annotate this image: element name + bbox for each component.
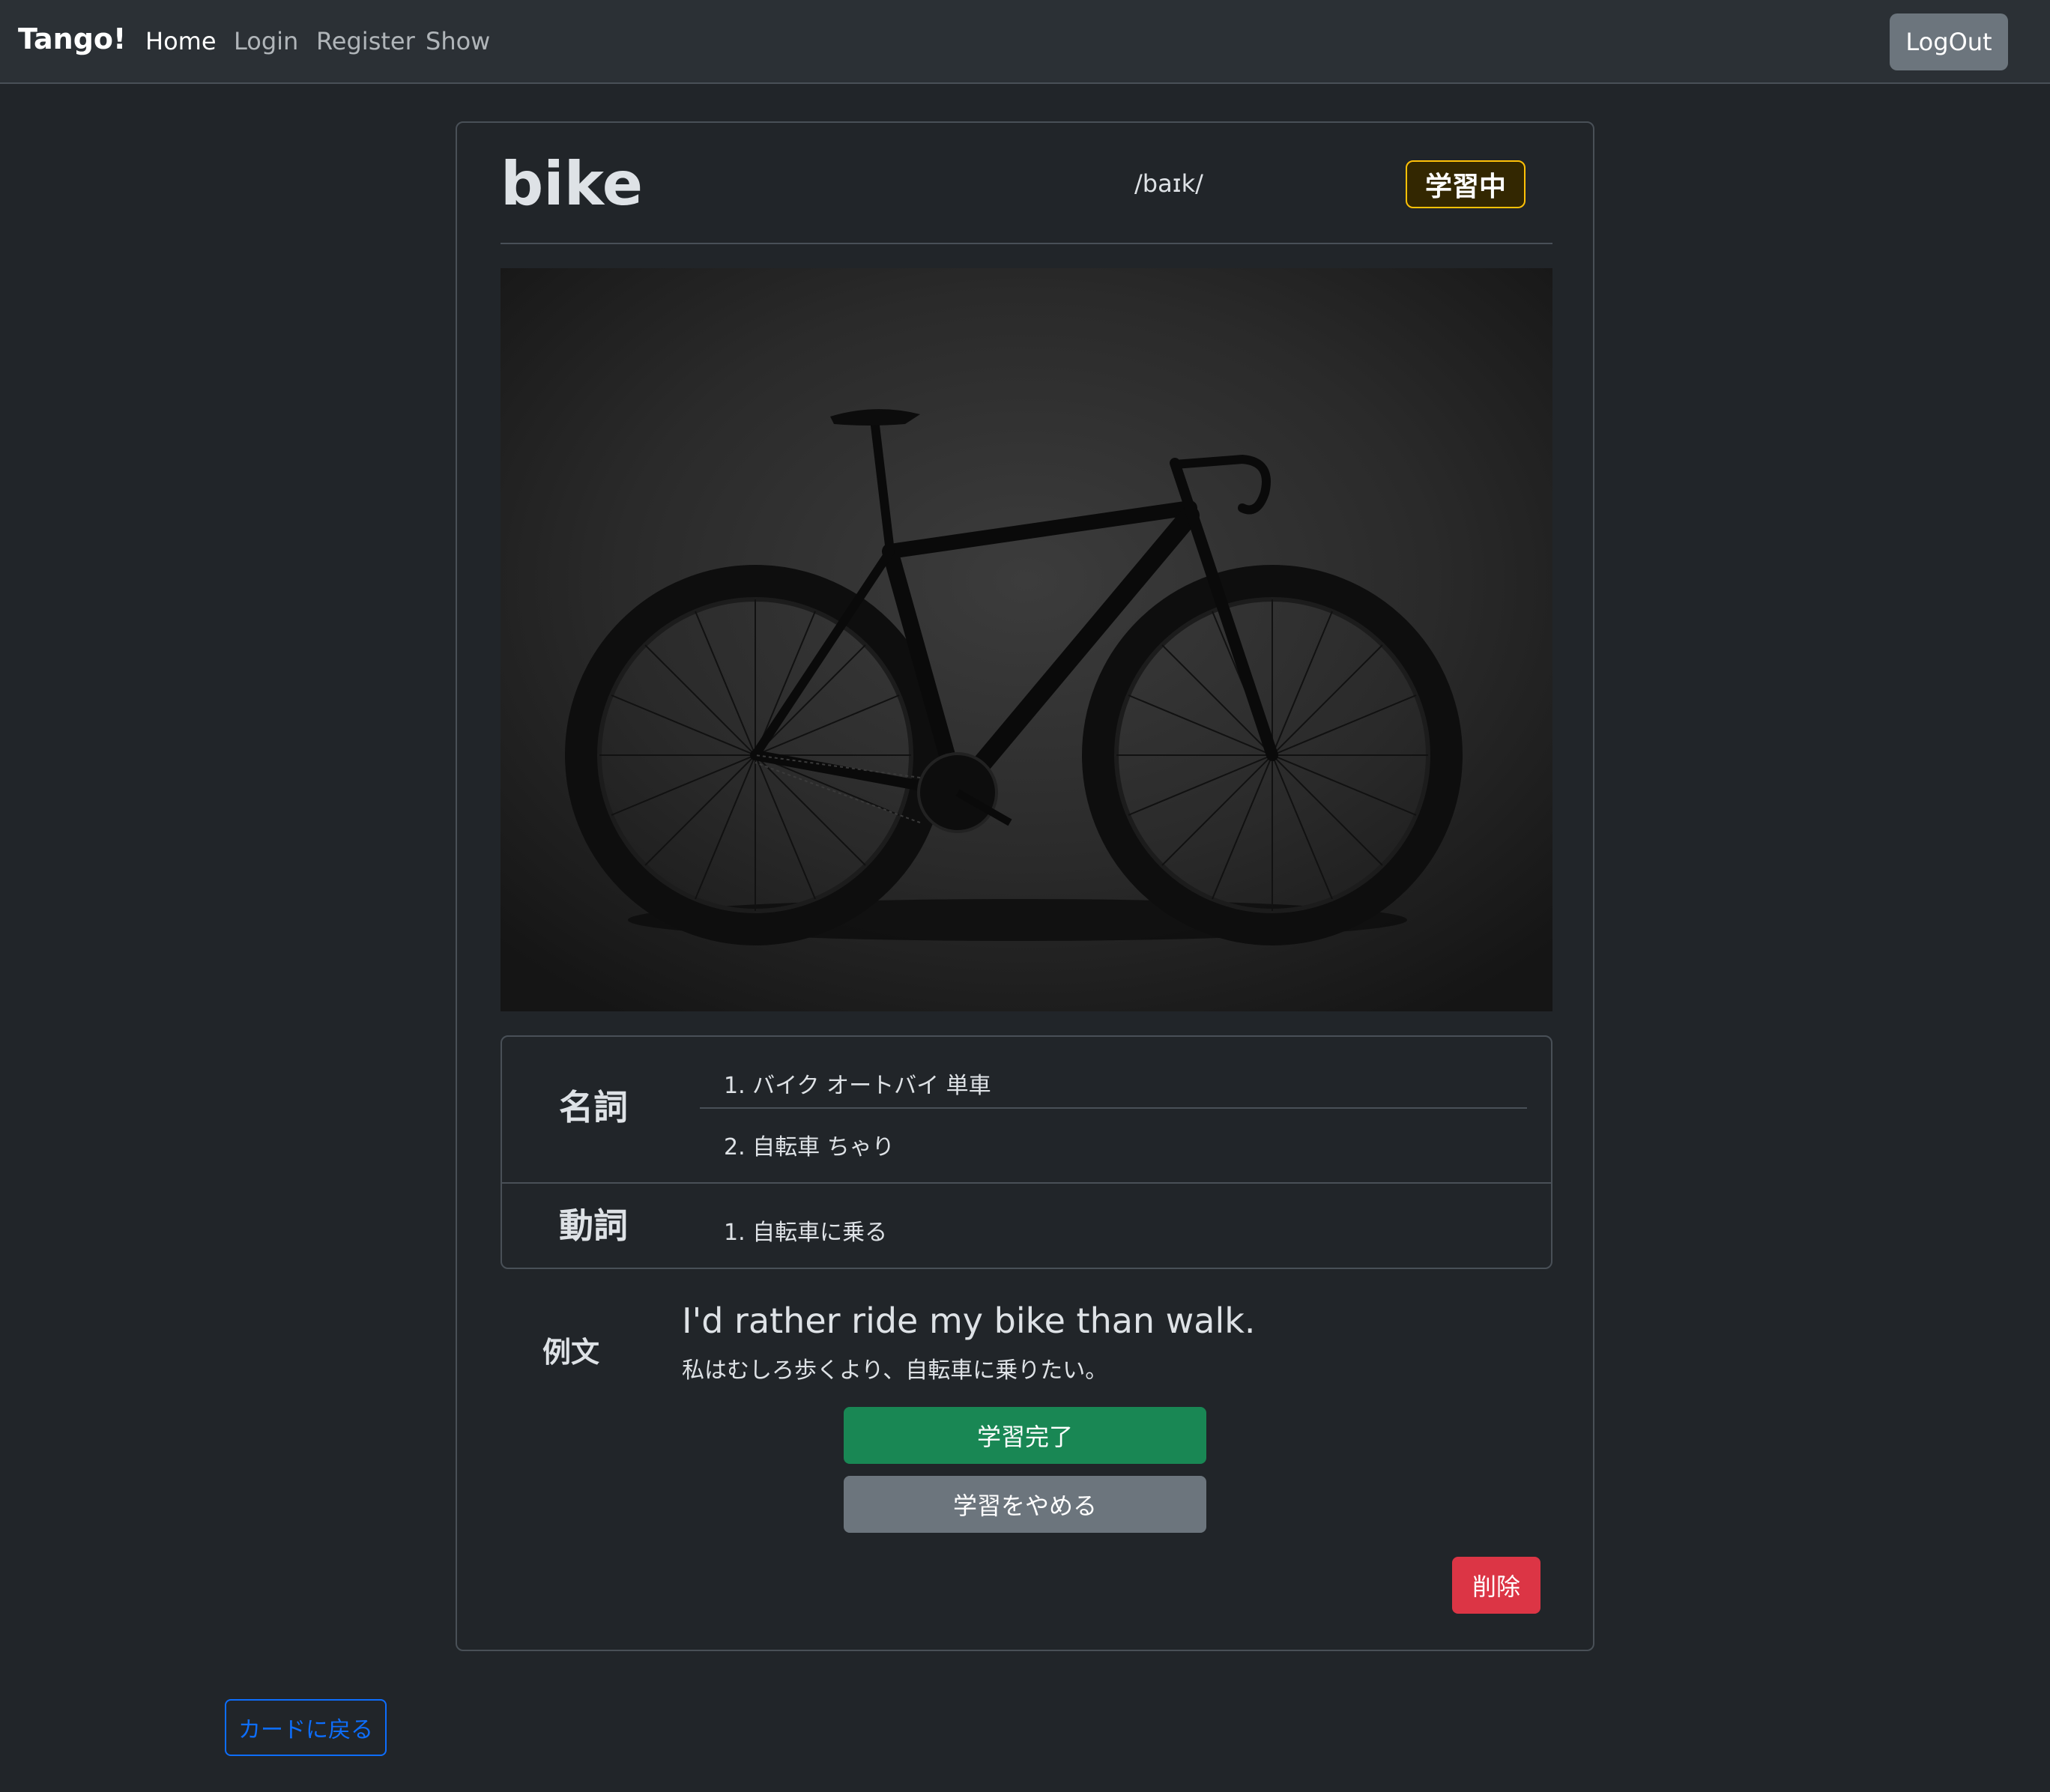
example-label: 例文	[542, 1336, 600, 1369]
meaning-divider	[700, 1107, 1527, 1109]
logout-button[interactable]: LogOut	[1890, 13, 2008, 70]
delete-button[interactable]: 削除	[1452, 1557, 1540, 1614]
bicycle-image-icon	[501, 268, 1552, 1011]
navbar: Tango! Home Login Register Show LogOut	[0, 0, 2050, 84]
status-badge: 学習中	[1406, 160, 1526, 208]
nav-login[interactable]: Login	[234, 27, 298, 55]
stop-learning-button[interactable]: 学習をやめる	[844, 1476, 1206, 1533]
pos-label-verb: 動詞	[559, 1205, 628, 1246]
definitions-table: 名詞 1. バイク オートバイ 単車 2. 自転車 ちゃり 動詞 1. 自転車に…	[501, 1035, 1552, 1269]
definitions-divider	[502, 1182, 1551, 1184]
example-sentence-ja: 私はむしろ歩くより、自転車に乗りたい。	[682, 1357, 1108, 1384]
word-card: bike /baɪk/ 学習中 名詞 1. バイク オートバイ 単車 2. 自転…	[456, 121, 1594, 1651]
meaning-item: 2. 自転車 ちゃり	[724, 1134, 895, 1160]
example-sentence-en: I'd rather ride my bike than walk.	[682, 1301, 1256, 1341]
brand-logo[interactable]: Tango!	[18, 22, 126, 55]
pos-label-noun: 名詞	[559, 1087, 628, 1127]
nav-register[interactable]: Register	[316, 27, 415, 55]
meaning-item: 1. 自転車に乗る	[724, 1220, 888, 1246]
back-to-cards-button[interactable]: カードに戻る	[225, 1699, 387, 1756]
pronunciation: /baɪk/	[1134, 169, 1203, 198]
word-title: bike	[501, 149, 643, 219]
header-divider	[501, 243, 1552, 244]
nav-home[interactable]: Home	[145, 27, 217, 55]
nav-show[interactable]: Show	[426, 27, 490, 55]
bicycle-photo	[501, 268, 1552, 1011]
meaning-item: 1. バイク オートバイ 単車	[724, 1073, 991, 1099]
complete-learning-button[interactable]: 学習完了	[844, 1407, 1206, 1464]
